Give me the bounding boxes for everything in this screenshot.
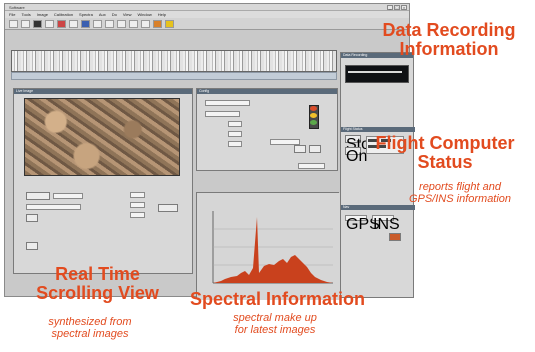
spectral-profile-graph — [197, 193, 340, 300]
star-icon[interactable] — [165, 19, 174, 28]
annotated-ui-screenshot: Software _ □ × File Tools Image Calibrat… — [0, 0, 535, 352]
width-input[interactable] — [228, 131, 242, 137]
capture-button[interactable] — [26, 192, 50, 200]
flight-note-annotation-text: reports flight and GPS/INS information — [408, 181, 512, 205]
scrolling-view-strip — [11, 50, 337, 72]
data-recording-annotation: Data Recording Information — [374, 21, 524, 59]
settings-icon[interactable] — [93, 19, 102, 28]
frame-rate-input[interactable] — [130, 192, 145, 198]
minimize-button[interactable]: _ — [387, 5, 393, 10]
scrolling-view-status — [11, 72, 337, 80]
alert-button[interactable] — [389, 233, 401, 241]
image-icon[interactable] — [69, 19, 78, 28]
window-title: Software — [9, 5, 25, 10]
chart-icon[interactable] — [81, 19, 90, 28]
menu-calibration[interactable]: Calibration — [54, 11, 73, 18]
spectral-info-annotation-text: Spectral Information — [190, 289, 366, 309]
menu-help[interactable]: Help — [158, 11, 166, 18]
stop-button[interactable] — [294, 145, 306, 153]
status-on-button[interactable]: On — [345, 147, 367, 165]
spectral-profile-panel: Spectral SPECTRAL PROFILE — [196, 192, 340, 300]
menu-do[interactable]: Do — [112, 11, 117, 18]
stop-icon[interactable] — [45, 19, 54, 28]
name-input[interactable] — [26, 204, 81, 210]
snapshot-button[interactable] — [26, 214, 38, 222]
menu-bar: File Tools Image Calibration Spectra Aux… — [5, 11, 409, 18]
spectral-note-annotation-text: spectral make up for latest images — [233, 312, 317, 336]
flight-note-annotation: reports flight and GPS/INS information — [390, 181, 530, 205]
window-titlebar: Software _ □ × — [5, 4, 409, 11]
chart-alt-icon[interactable] — [105, 19, 114, 28]
menu-view[interactable]: View — [123, 11, 132, 18]
status-stop-button[interactable]: Stop — [345, 135, 379, 153]
image-controls — [22, 184, 192, 254]
ins-field[interactable]: INS — [372, 215, 400, 233]
camera-icon[interactable] — [57, 19, 66, 28]
gain-input[interactable] — [130, 202, 145, 208]
live-image-panel: Live Image — [13, 88, 193, 274]
apply-button[interactable] — [158, 204, 178, 212]
live-image-title: Live Image — [14, 89, 192, 94]
recording-screen — [345, 65, 409, 83]
close-button[interactable]: × — [401, 5, 407, 10]
start-button[interactable] — [309, 145, 321, 153]
graph-icon[interactable] — [141, 19, 150, 28]
menu-image[interactable]: Image — [37, 11, 48, 18]
right-status-panel: Data Recording Flight Status Stop On Nav… — [340, 52, 415, 298]
real-time-note-annotation: synthesized from spectral images — [20, 316, 160, 340]
spectral-note-annotation: spectral make up for latest images — [210, 312, 340, 336]
offset-input[interactable] — [130, 212, 145, 218]
menu-tools[interactable]: Tools — [21, 11, 30, 18]
profile-input[interactable] — [205, 100, 250, 106]
open-icon[interactable] — [9, 19, 18, 28]
mode-input[interactable] — [205, 111, 240, 117]
filter-input[interactable] — [228, 121, 242, 127]
flight-computer-annotation-text: Flight Computer Status — [375, 133, 515, 172]
height-input[interactable] — [228, 141, 242, 147]
record-icon[interactable] — [33, 19, 42, 28]
window-controls: _ □ × — [387, 5, 407, 10]
gps-field[interactable]: GPS — [345, 215, 380, 233]
menu-file[interactable]: File — [9, 11, 15, 18]
navigation-title: Nav — [341, 205, 415, 210]
real-time-annotation: Real Time Scrolling View — [10, 265, 185, 303]
menu-spectra[interactable]: Spectra — [79, 11, 93, 18]
refresh-button[interactable] — [26, 242, 38, 250]
exposure-input[interactable] — [53, 193, 83, 199]
main-toolbar — [5, 18, 409, 30]
flight-status-title: Flight Status — [341, 127, 415, 132]
save-icon[interactable] — [21, 19, 30, 28]
real-time-note-annotation-text: synthesized from spectral images — [48, 316, 132, 340]
status-dropdown[interactable] — [298, 163, 325, 169]
flight-computer-annotation: Flight Computer Status — [370, 134, 520, 172]
configuration-panel: Config — [196, 88, 338, 171]
preview-icon[interactable] — [129, 19, 138, 28]
spectral-info-annotation: Spectral Information — [190, 289, 366, 309]
pen-icon[interactable] — [153, 19, 162, 28]
configuration-title: Config — [197, 89, 337, 94]
data-recording-annotation-text: Data Recording Information — [382, 20, 516, 59]
desktop-app-window: Software _ □ × File Tools Image Calibrat… — [4, 3, 415, 300]
filter-icon[interactable] — [117, 19, 126, 28]
maximize-button[interactable]: □ — [394, 5, 400, 10]
live-image — [24, 98, 180, 176]
menu-aux[interactable]: Aux — [99, 11, 106, 18]
menu-window[interactable]: Window — [137, 11, 151, 18]
real-time-annotation-text: Real Time Scrolling View — [36, 264, 159, 303]
